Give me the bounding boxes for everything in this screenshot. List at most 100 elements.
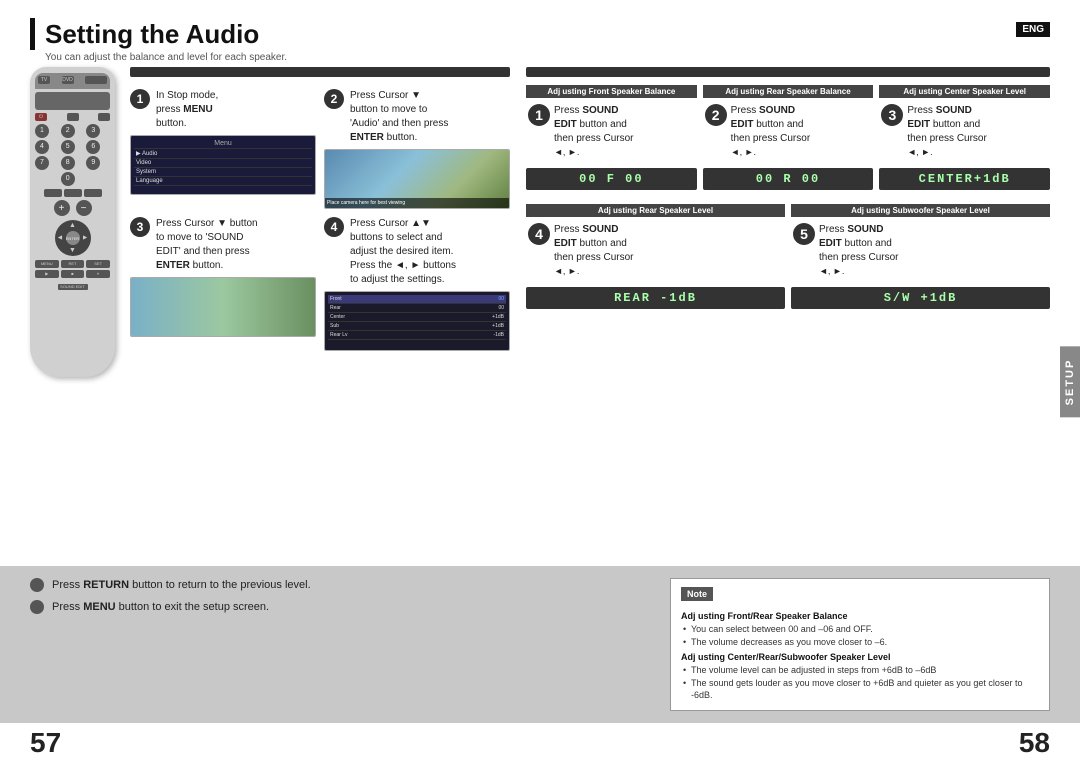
remote-misc-btns: [35, 189, 110, 197]
remote-num-8[interactable]: 8: [61, 156, 75, 170]
bottom-area: Press RETURN button to return to the pre…: [0, 566, 1080, 723]
section-rear-balance: Adj usting Rear Speaker Balance 2 Press …: [703, 85, 874, 192]
remote-power[interactable]: ⏻: [35, 113, 47, 121]
section-center-label: Adj usting Center Speaker Level: [879, 85, 1050, 98]
remote-btn-1[interactable]: TV: [38, 76, 50, 84]
remote-vol-plus[interactable]: +: [54, 200, 70, 216]
remote-sound-edit-btn[interactable]: SOUND EDIT: [58, 284, 88, 290]
bullet-menu-icon: [30, 600, 44, 614]
remote-misc-2[interactable]: [64, 189, 82, 197]
menu-item-audio: ▶ Audio: [134, 149, 312, 159]
remote-btn-3[interactable]: [85, 76, 107, 84]
section-rear-balance-step: 2 Press SOUND EDIT button and then press…: [703, 102, 874, 162]
remote-num-btn2[interactable]: [98, 113, 110, 121]
menu-item-video: Video: [134, 159, 312, 168]
remote-num-btn[interactable]: [67, 113, 79, 121]
remote-nav-circle[interactable]: ▲ ▼ ◄ ► ENTER: [55, 220, 91, 256]
section-sub: Adj usting Subwoofer Speaker Level 5 Pre…: [791, 204, 1050, 311]
eng-badge: ENG: [1016, 22, 1050, 37]
page-title: Setting the Audio: [30, 18, 287, 50]
subtitle: You can adjust the balance and level for…: [45, 52, 287, 63]
bottom-left: Press RETURN button to return to the pre…: [30, 578, 650, 614]
step-4-text: Press Cursor ▲▼ buttons to select and ad…: [350, 217, 456, 287]
step-1: 1 In Stop mode, press MENU button. Menu …: [130, 89, 316, 209]
right-columns-top: Adj usting Front Speaker Balance 1 Press…: [526, 85, 1050, 192]
remote-num-2[interactable]: 2: [61, 124, 75, 138]
menu-item-system: System: [134, 168, 312, 177]
section-front-num: 1: [528, 104, 550, 126]
setup-tab: SETUP: [1060, 346, 1080, 417]
display-sub: S/W +1dB: [791, 287, 1050, 309]
remote-return-btn[interactable]: RET: [61, 260, 85, 268]
remote-stop-btn[interactable]: ■: [61, 270, 85, 278]
main-content: TV DVD ⏻ 1 2 3 4: [0, 67, 1080, 566]
remote-num-7[interactable]: 7: [35, 156, 49, 170]
remote-num-5[interactable]: 5: [61, 140, 75, 154]
header-left: Setting the Audio You can adjust the bal…: [30, 18, 287, 63]
remote-numpad: 1 2 3 4 5 6 7 8 9 0: [35, 124, 110, 186]
section-sub-label: Adj usting Subwoofer Speaker Level: [791, 204, 1050, 217]
section-rear-balance-label: Adj usting Rear Speaker Balance: [703, 85, 874, 98]
left-panel: TV DVD ⏻ 1 2 3 4: [30, 67, 510, 566]
section-rear-balance-num: 2: [705, 104, 727, 126]
remote-num-4[interactable]: 4: [35, 140, 49, 154]
settings-row-1: Front00: [328, 295, 506, 304]
section-center-num: 3: [881, 104, 903, 126]
display-rear-level: REAR -1dB: [526, 287, 785, 309]
remote-num-1[interactable]: 1: [35, 124, 49, 138]
display-center: CENTER+1dB: [879, 168, 1050, 190]
steps-top-bar: [130, 67, 510, 77]
section-center-step: 3 Press SOUND EDIT button and then press…: [879, 102, 1050, 162]
section-center: Adj usting Center Speaker Level 3 Press …: [879, 85, 1050, 192]
section-front-text: Press SOUND EDIT button and then press C…: [554, 104, 633, 160]
remote-num-9[interactable]: 9: [86, 156, 100, 170]
remote-top: TV DVD: [35, 73, 110, 89]
page-num-right: 58: [1019, 727, 1050, 759]
steps-panel: 1 In Stop mode, press MENU button. Menu …: [130, 67, 510, 566]
remote-play-btn[interactable]: ▶: [35, 270, 59, 278]
remote-enter-btn[interactable]: ENTER: [66, 231, 80, 245]
step-3-header: 3 Press Cursor ▼ button to move to 'SOUN…: [130, 217, 316, 273]
step-1-header: 1 In Stop mode, press MENU button.: [130, 89, 316, 131]
remote-misc-3[interactable]: [84, 189, 102, 197]
remote-num-6[interactable]: 6: [86, 140, 100, 154]
section-front-label: Adj usting Front Speaker Balance: [526, 85, 697, 98]
step-4-num: 4: [324, 217, 344, 237]
note-item-1: You can select between 00 and –06 and OF…: [681, 623, 1039, 636]
note-section1-title: Adj usting Front/Rear Speaker Balance: [681, 611, 1039, 621]
menu-item-lang: Language: [134, 177, 312, 186]
step-3-num: 3: [130, 217, 150, 237]
remote-color-btns: SOUND EDIT: [35, 284, 110, 290]
remote-misc-1[interactable]: [44, 189, 62, 197]
step-4-header: 4 Press Cursor ▲▼ buttons to select and …: [324, 217, 510, 287]
remote-setup-btn[interactable]: SET: [86, 260, 110, 268]
remote-num-3[interactable]: 3: [86, 124, 100, 138]
section-rear-balance-text: Press SOUND EDIT button and then press C…: [731, 104, 810, 160]
page-num-left: 57: [30, 727, 61, 759]
remote-vol-minus[interactable]: −: [76, 200, 92, 216]
steps-row-34: 3 Press Cursor ▼ button to move to 'SOUN…: [130, 217, 510, 351]
settings-row-4: Sub+1dB: [328, 322, 506, 331]
note-item-4: The sound gets louder as you move closer…: [681, 677, 1039, 702]
right-columns-bottom: Adj usting Rear Speaker Level 4 Press SO…: [526, 204, 1050, 311]
section-sub-step: 5 Press SOUND EDIT button and then press…: [791, 221, 1050, 281]
step-2-screen: Place camera here for best viewing: [324, 149, 510, 209]
page-numbers: 57 58: [0, 723, 1080, 763]
section-rear-level-step: 4 Press SOUND EDIT button and then press…: [526, 221, 785, 281]
note-box: Note Adj usting Front/Rear Speaker Balan…: [670, 578, 1050, 711]
remote-btn-2[interactable]: DVD: [62, 76, 74, 84]
instruction-menu: Press MENU button to exit the setup scre…: [30, 600, 650, 614]
remote-pause-btn[interactable]: ⏸: [86, 270, 110, 278]
note-item-2: The volume decreases as you move closer …: [681, 636, 1039, 649]
remote-menu-btn[interactable]: MENU: [35, 260, 59, 268]
section-rear-level-label: Adj usting Rear Speaker Level: [526, 204, 785, 217]
section-rear-level-text: Press SOUND EDIT button and then press C…: [554, 223, 633, 279]
step-1-text: In Stop mode, press MENU button.: [156, 89, 218, 131]
remote-num-0[interactable]: 0: [61, 172, 75, 186]
remote-control: TV DVD ⏻ 1 2 3 4: [30, 67, 115, 377]
page-container: Setting the Audio You can adjust the bal…: [0, 0, 1080, 763]
note-section2-title: Adj usting Center/Rear/Subwoofer Speaker…: [681, 652, 1039, 662]
page-title-text: Setting the Audio: [45, 19, 259, 50]
title-bar-icon: [30, 18, 35, 50]
right-panel: Adj usting Front Speaker Balance 1 Press…: [526, 67, 1050, 566]
